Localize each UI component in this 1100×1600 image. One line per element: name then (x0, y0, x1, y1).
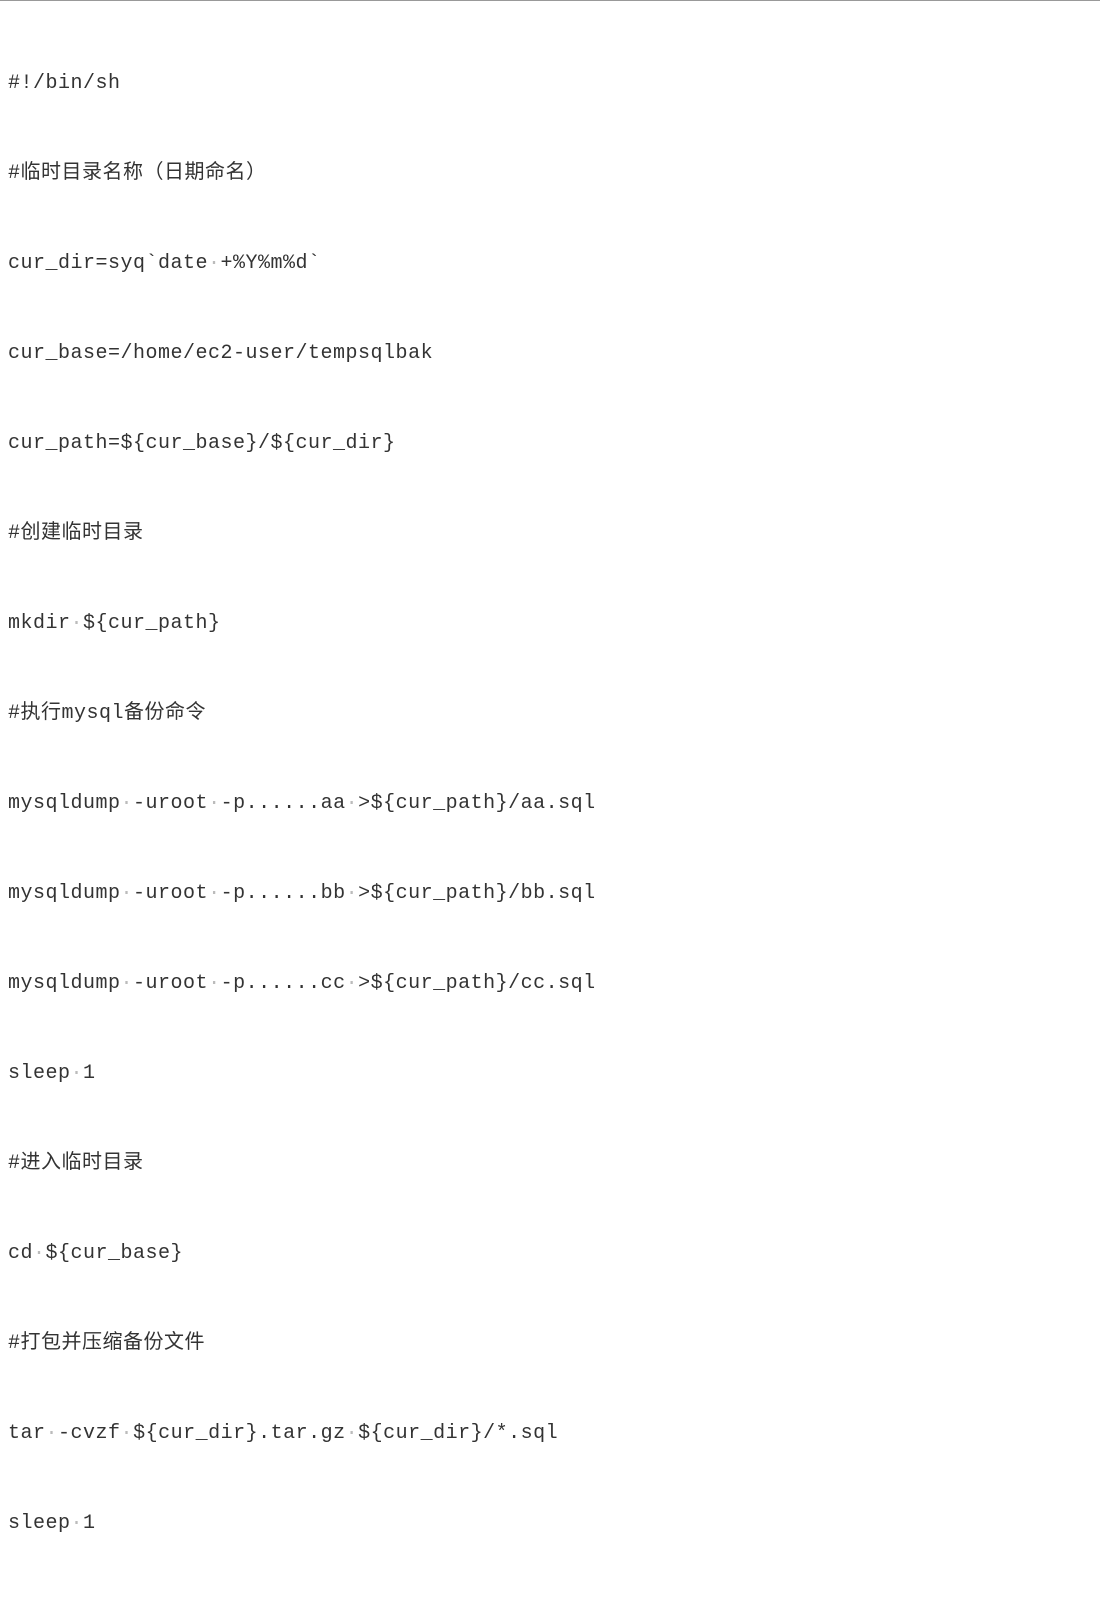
code-line: #进入临时目录 (8, 1149, 1092, 1179)
code-line: #创建临时目录 (8, 519, 1092, 549)
code-line: #清楚临时目录 (8, 1599, 1092, 1600)
code-line: cur_base=/home/ec2-user/tempsqlbak (8, 339, 1092, 369)
code-line: sleep·1 (8, 1059, 1092, 1089)
code-line: #!/bin/sh (8, 69, 1092, 99)
code-line: #打包并压缩备份文件 (8, 1329, 1092, 1359)
code-line: cd·${cur_base} (8, 1239, 1092, 1269)
shell-script-block: #!/bin/sh #临时目录名称（日期命名） cur_dir=syq`date… (0, 1, 1100, 1600)
code-line: sleep·1 (8, 1509, 1092, 1539)
code-line: cur_dir=syq`date·+%Y%m%d` (8, 249, 1092, 279)
code-line: mysqldump·-uroot·-p......bb·>${cur_path}… (8, 879, 1092, 909)
code-line: cur_path=${cur_base}/${cur_dir} (8, 429, 1092, 459)
code-line: #临时目录名称（日期命名） (8, 159, 1092, 189)
code-line: tar·-cvzf·${cur_dir}.tar.gz·${cur_dir}/*… (8, 1419, 1092, 1449)
code-line: mkdir·${cur_path} (8, 609, 1092, 639)
code-line: #执行mysql备份命令 (8, 699, 1092, 729)
code-line: mysqldump·-uroot·-p......aa·>${cur_path}… (8, 789, 1092, 819)
code-line: mysqldump·-uroot·-p......cc·>${cur_path}… (8, 969, 1092, 999)
